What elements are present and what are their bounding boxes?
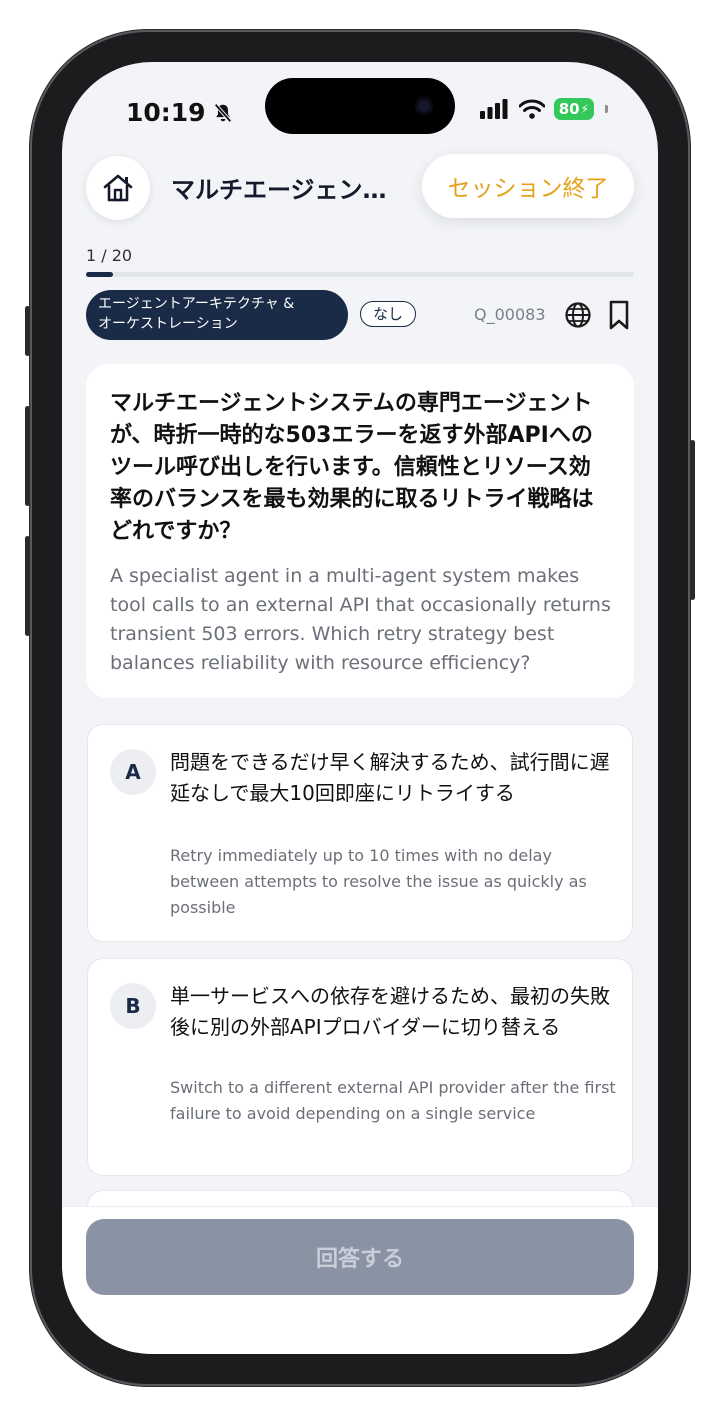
option-text-en: Retry immediately up to 10 times with no… <box>170 846 587 917</box>
category-line-2: オーケストレーション <box>98 316 238 332</box>
question-text-en: A specialist agent in a multi-agent syst… <box>110 565 611 674</box>
option-text-en: Switch to a different external API provi… <box>170 1078 616 1123</box>
question-card: マルチエージェントシステムの専門エージェントが、時折一時的な503エラーを返す外… <box>86 364 634 698</box>
answer-option-a[interactable]: A 問題をできるだけ早く解決するため、試行間に遅延なしで最大10回即座にリトライ… <box>87 724 633 942</box>
mute-switch <box>25 306 30 356</box>
dynamic-island <box>265 78 455 134</box>
cellular-signal-icon <box>479 99 508 119</box>
option-text-jp: 問題をできるだけ早く解決するため、試行間に遅延なしで最大10回即座にリトライする <box>170 750 610 805</box>
globe-icon[interactable] <box>564 301 592 329</box>
status-icons: 80 ⚡ <box>479 98 608 120</box>
status-time-group: 10:19 <box>126 98 234 127</box>
status-bar: 10:19 80 ⚡ <box>62 62 658 142</box>
status-time: 10:19 <box>126 98 206 127</box>
level-badge: なし <box>360 301 417 327</box>
page-title: マルチエージェン… <box>171 176 387 204</box>
bell-slash-icon <box>213 103 232 122</box>
progress-fill <box>86 272 114 277</box>
question-text-jp: マルチエージェントシステムの専門エージェントが、時折一時的な503エラーを返す外… <box>110 391 594 544</box>
volume-up-button <box>25 406 30 506</box>
progress-label: 1 / 20 <box>86 246 133 265</box>
wifi-icon <box>518 99 545 119</box>
bottom-action-bar: 回答する <box>62 1206 658 1354</box>
home-icon <box>103 174 133 202</box>
category-line-1: エージェントアーキテクチャ & <box>98 296 295 312</box>
question-tags: エージェントアーキテクチャ & オーケストレーション なし Q_00083 <box>86 290 634 342</box>
submit-answer-button[interactable]: 回答する <box>86 1219 634 1295</box>
option-text-jp: 単一サービスへの依存を避けるため、最初の失敗後に別の外部APIプロバイダーに切り… <box>170 984 610 1039</box>
answer-option-b[interactable]: B 単一サービスへの依存を避けるため、最初の失敗後に別の外部APIプロバイダーに… <box>87 958 633 1176</box>
bookmark-icon[interactable] <box>608 299 630 331</box>
app-screen: 10:19 80 ⚡ マルチエージェン… セッション終了 1 / 20 エージェ… <box>62 62 658 1354</box>
battery-level: 80 <box>558 100 580 118</box>
progress-bar <box>86 272 634 277</box>
option-letter: A <box>110 749 156 795</box>
volume-down-button <box>25 536 30 636</box>
charging-bolt-icon: ⚡ <box>580 102 589 116</box>
home-button[interactable] <box>86 156 150 220</box>
question-id: Q_00083 <box>474 305 546 324</box>
power-button <box>690 440 695 600</box>
end-session-button[interactable]: セッション終了 <box>422 154 634 218</box>
option-letter: B <box>110 983 156 1029</box>
category-badge: エージェントアーキテクチャ & オーケストレーション <box>86 290 348 340</box>
battery-icon: 80 ⚡ <box>553 98 594 120</box>
camera-icon <box>415 97 433 115</box>
battery-cap <box>605 105 608 113</box>
app-header: マルチエージェン… セッション終了 <box>86 154 634 220</box>
